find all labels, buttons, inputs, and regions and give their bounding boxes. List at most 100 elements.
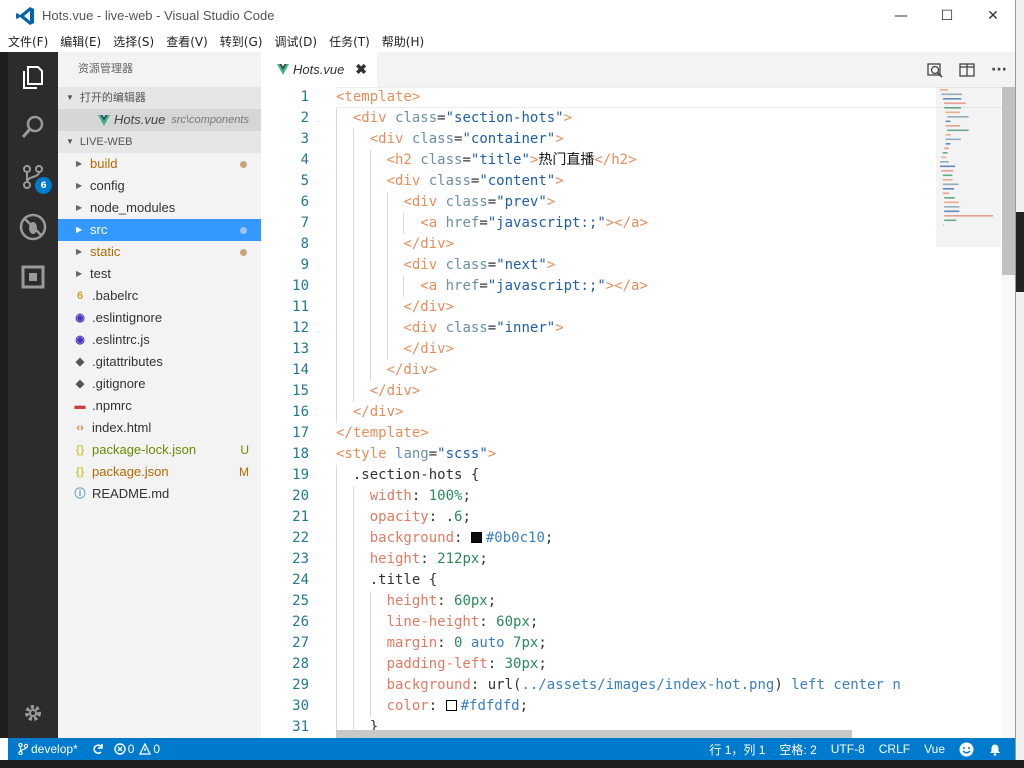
tree-folder-static[interactable]: ▶ static [58,241,261,263]
code-line[interactable]: </div> [336,381,936,402]
vertical-scrollbar[interactable] [1002,87,1015,738]
close-icon[interactable]: ✖ [355,61,367,78]
notifications-bell-icon[interactable] [988,742,1002,756]
indentation[interactable]: 空格: 2 [779,741,816,758]
code-line[interactable]: opacity: .6; [336,507,936,528]
status-bar: develop* 0 0 行 1，列 1 空格: 2 UTF-8 CRLF Vu… [8,738,1015,760]
code-line[interactable]: </div> [336,360,936,381]
menu-tasks[interactable]: 任务(T) [329,33,370,50]
indent-guide [336,570,337,591]
tree-file-readme-md[interactable]: ⓘ README.md [58,483,261,505]
code-line[interactable]: line-height: 60px; [336,612,936,633]
tree-folder-src[interactable]: ▶ src [58,219,261,241]
encoding[interactable]: UTF-8 [831,742,865,756]
tree-folder-node-modules[interactable]: ▶ node_modules [58,197,261,219]
tree-folder-config[interactable]: ▶ config [58,175,261,197]
code-line[interactable]: width: 100%; [336,486,936,507]
code-line[interactable]: color: #fdfdfd; [336,696,936,717]
code-line[interactable]: background: #0b0c10; [336,528,936,549]
tree-file-babelrc[interactable]: 6 .babelrc [58,285,261,307]
tree-folder-build[interactable]: ▶ build [58,153,261,175]
menu-debug[interactable]: 调试(D) [274,33,317,50]
explorer-button[interactable] [8,52,58,102]
menu-view[interactable]: 查看(V) [166,33,208,50]
cursor-position[interactable]: 行 1，列 1 [709,741,765,758]
chevron-right-icon: ▶ [76,269,83,278]
language-mode[interactable]: Vue [924,742,945,756]
code-line[interactable]: <div class="next"> [336,255,936,276]
sync-button[interactable] [92,743,104,755]
code-line[interactable]: </div> [336,234,936,255]
tree-file-index-html[interactable]: ‹› index.html [58,417,261,439]
feedback-smiley-icon[interactable] [959,742,974,757]
code-line[interactable]: </div> [336,339,936,360]
code-line[interactable]: <div class="prev"> [336,192,936,213]
indent-guide [336,549,337,570]
menu-file[interactable]: 文件(F) [8,33,48,50]
line-number: 17 [292,425,309,441]
code-line[interactable]: height: 60px; [336,591,936,612]
code-line[interactable]: <div class="content"> [336,171,936,192]
code-line[interactable]: <div class="container"> [336,129,936,150]
menu-go[interactable]: 转到(G) [220,33,263,50]
code-line[interactable]: margin: 0 auto 7px; [336,633,936,654]
horizontal-scrollbar-thumb[interactable] [336,730,852,738]
code-line[interactable]: <h2 class="title">热门直播</h2> [336,150,936,171]
settings-button[interactable] [8,688,58,738]
split-editor-button[interactable] [957,60,977,80]
color-swatch[interactable] [470,532,482,543]
tree-folder-test[interactable]: ▶ test [58,263,261,285]
branch-indicator[interactable]: develop* [18,742,78,756]
code-line[interactable]: padding-left: 30px; [336,654,936,675]
tree-file-gitattributes[interactable]: ◆ .gitattributes [58,351,261,373]
tree-file-package-lock-json[interactable]: {} package-lock.json U [58,439,261,461]
indent-guide [369,339,371,360]
code-line[interactable]: </template> [336,423,936,444]
tree-file-eslintignore[interactable]: ◉ .eslintignore [58,307,261,329]
menu-edit[interactable]: 编辑(E) [60,33,101,50]
more-actions-button[interactable]: ··· [989,60,1009,80]
source-control-button[interactable]: 6 [8,152,58,202]
code-line[interactable]: <div class="inner"> [336,318,936,339]
menu-help[interactable]: 帮助(H) [382,33,424,50]
code-line[interactable]: background: url(../assets/images/index-h… [336,675,936,696]
minimize-button[interactable]: — [878,0,924,31]
debug-button[interactable] [8,202,58,252]
close-button[interactable]: ✕ [970,0,1015,31]
tree-file-package-json[interactable]: {} package.json M [58,461,261,483]
code-editor[interactable]: 1 2 3 4 5 6 7 8 9 10 11 12 13 14 15 16 17 18 19 20 21 22 23 24 2… [261,87,1015,738]
code-line[interactable]: </div> [336,402,936,423]
extensions-button[interactable] [8,252,58,302]
tree-file-npmrc[interactable]: ▬ .npmrc [58,395,261,417]
code-line[interactable]: <a href="javascript:;"></a> [336,213,936,234]
code-line[interactable]: height: 212px; [336,549,936,570]
code-line[interactable]: <a href="javascript:;"></a> [336,276,936,297]
end-of-line[interactable]: CRLF [879,742,910,756]
npm-file-icon: ▬ [74,400,86,412]
code-area[interactable]: <template> <div class="section-hots"> <d… [336,87,936,738]
minimap[interactable] [936,87,1001,247]
tab-hots-vue[interactable]: Hots.vue ✖ [261,52,377,87]
minimap-line [944,102,966,105]
code-line[interactable]: .section-hots { [336,465,936,486]
tree-file-gitignore[interactable]: ◆ .gitignore [58,373,261,395]
open-changes-button[interactable] [925,60,945,80]
code-line[interactable]: .title { [336,570,936,591]
code-line[interactable]: <style lang="scss"> [336,444,936,465]
code-line[interactable]: </div> [336,297,936,318]
maximize-button[interactable]: ☐ [924,0,970,31]
indent-guide [369,234,371,255]
project-header[interactable]: ▼ LIVE-WEB [58,131,261,153]
line-number: 2 [300,110,309,126]
menu-selection[interactable]: 选择(S) [113,33,154,50]
code-line[interactable]: <template> [336,87,936,108]
code-line[interactable]: <div class="section-hots"> [336,108,936,129]
vertical-scrollbar-thumb[interactable] [1002,87,1015,275]
open-editor-item[interactable]: Hots.vue src\components [58,109,261,131]
problems-indicator[interactable]: 0 0 [114,742,160,756]
search-button[interactable] [8,102,58,152]
color-swatch[interactable] [445,700,457,711]
branch-name: develop* [31,742,78,756]
tree-file-eslintrc-js[interactable]: ◉ .eslintrc.js [58,329,261,351]
open-editors-header[interactable]: ▼ 打开的编辑器 [58,87,261,109]
